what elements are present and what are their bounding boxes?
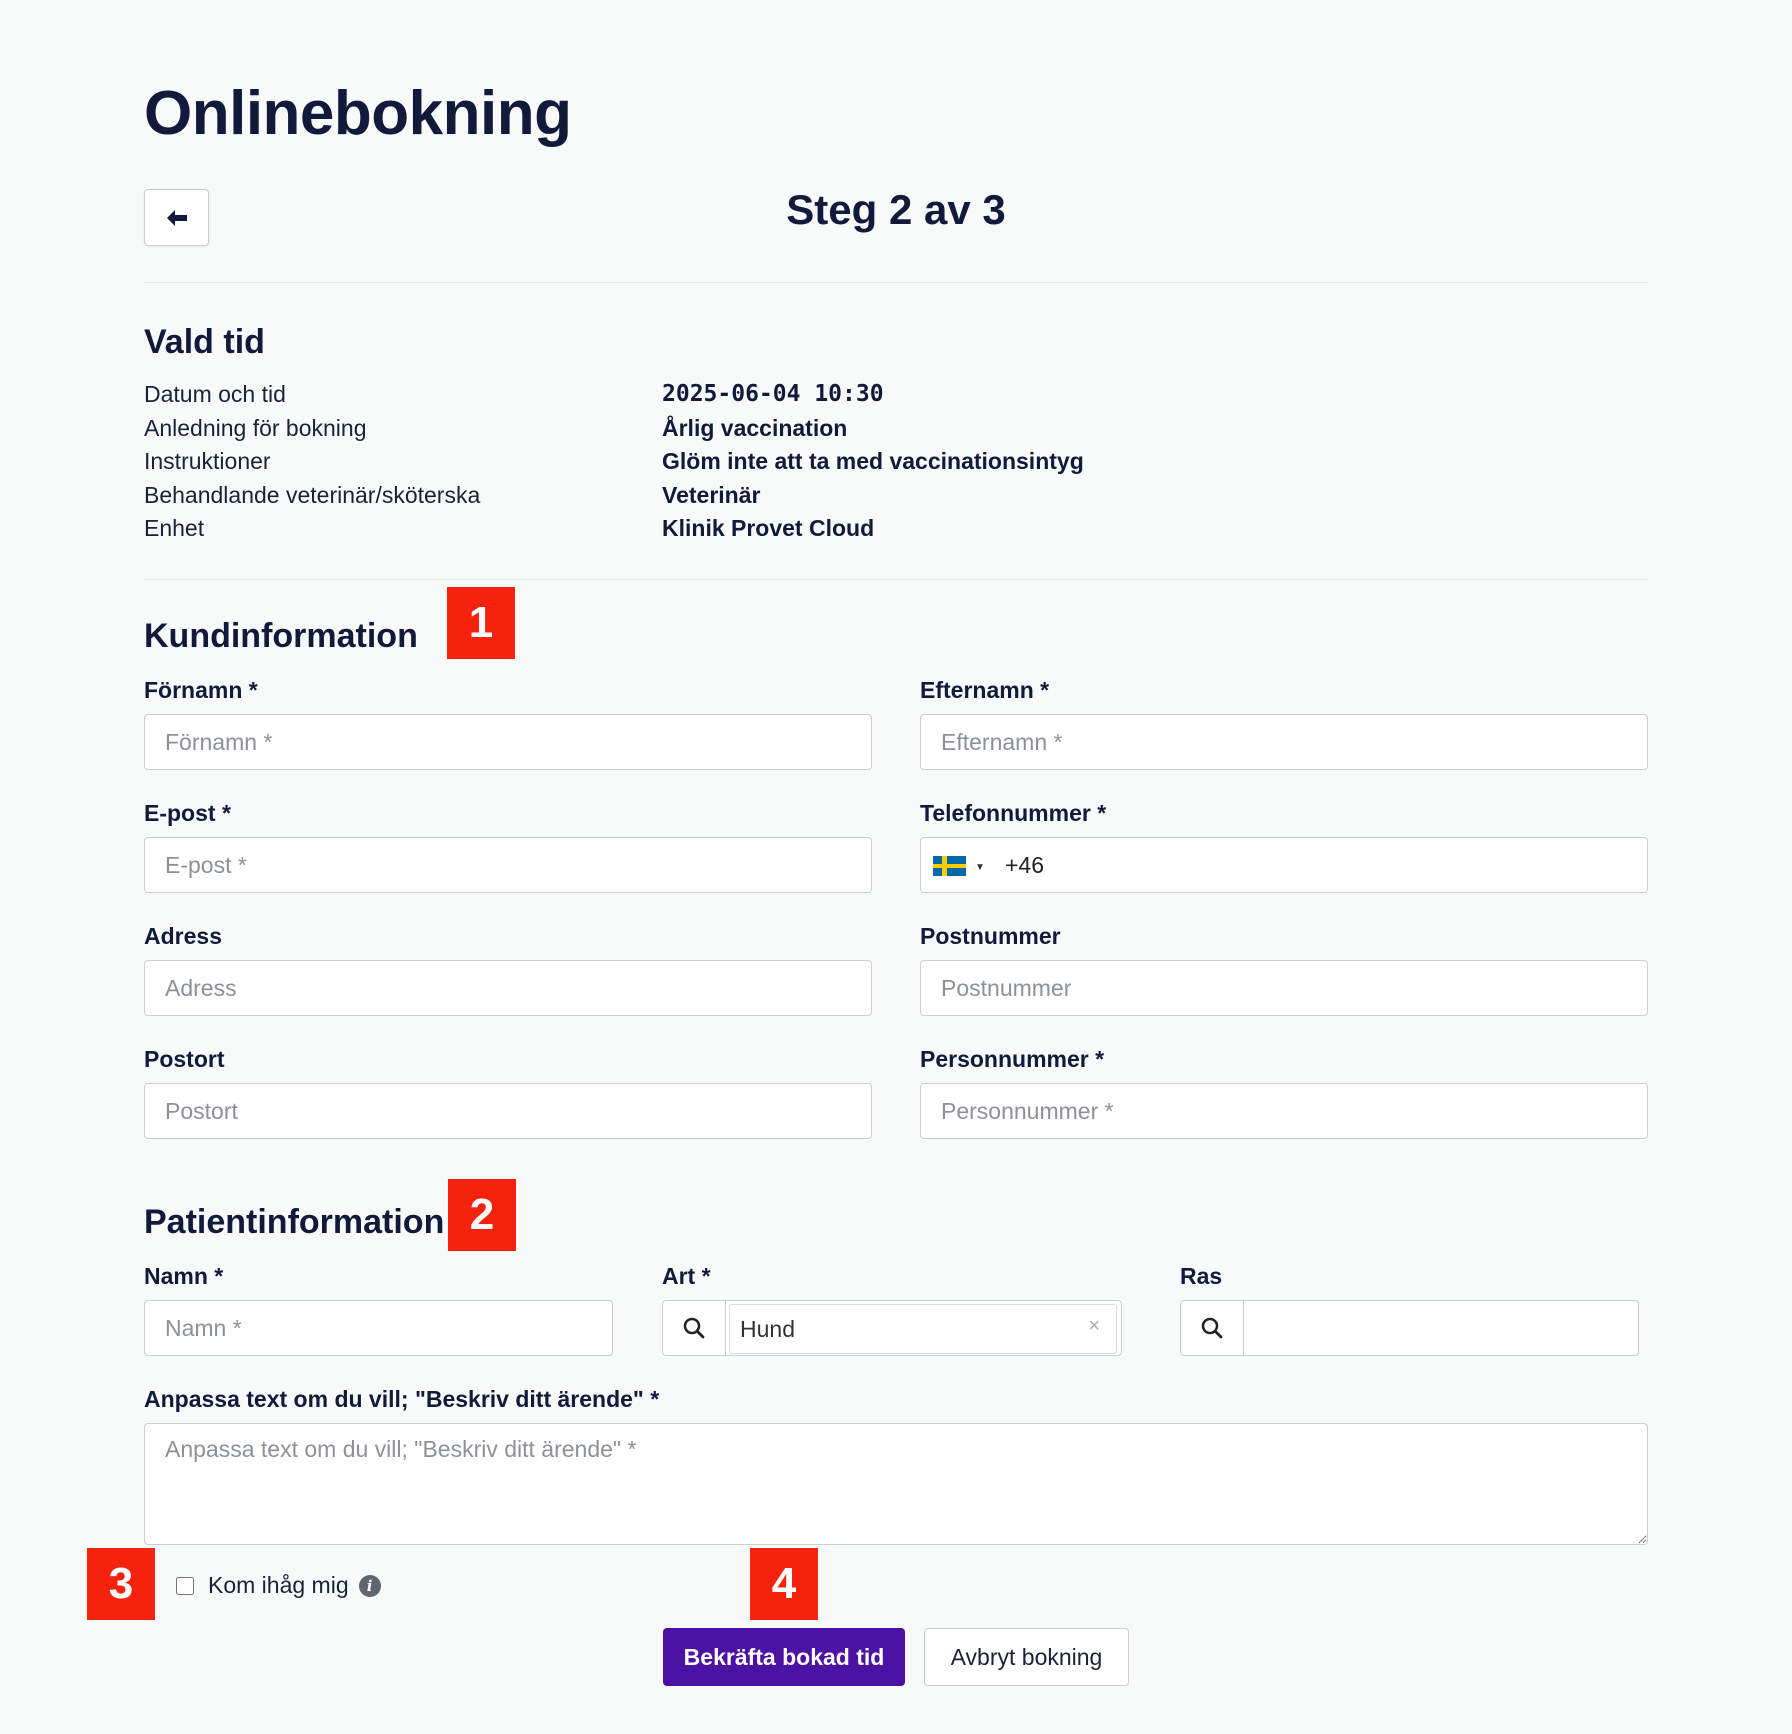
city-label: Postort bbox=[144, 1046, 225, 1072]
remember-me: Kom ihåg mig i bbox=[176, 1572, 381, 1599]
cancel-booking-button[interactable]: Avbryt bokning bbox=[924, 1628, 1129, 1686]
breed-select[interactable] bbox=[1180, 1300, 1639, 1356]
section-title-chosen-time: Vald tid bbox=[144, 323, 265, 361]
postal-code-input[interactable] bbox=[921, 961, 1647, 1015]
annotation-badge-4: 4 bbox=[750, 1548, 818, 1620]
search-addon bbox=[663, 1301, 726, 1355]
personal-number-field bbox=[920, 1083, 1648, 1139]
divider bbox=[144, 282, 1648, 283]
info-value: Klinik Provet Cloud bbox=[662, 515, 875, 541]
info-value: Veterinär bbox=[662, 482, 761, 508]
annotation-badge-1: 1 bbox=[447, 587, 515, 659]
email-field bbox=[144, 837, 872, 893]
info-row-datetime: Datum och tid 2025-06-04 10:30 bbox=[144, 381, 1648, 414]
info-label: Behandlande veterinär/sköterska bbox=[144, 482, 481, 508]
city-field bbox=[144, 1083, 872, 1139]
email-input[interactable] bbox=[145, 838, 871, 892]
email-label: E-post * bbox=[144, 800, 231, 826]
info-value: Årlig vaccination bbox=[662, 415, 848, 441]
species-selected[interactable]: Hund × bbox=[729, 1304, 1117, 1354]
patient-name-label: Namn * bbox=[144, 1263, 224, 1289]
remember-me-label[interactable]: Kom ihåg mig bbox=[208, 1572, 349, 1599]
address-input[interactable] bbox=[145, 961, 871, 1015]
section-title-patient: Patientinformation bbox=[144, 1203, 445, 1241]
confirm-booking-button[interactable]: Bekräfta bokad tid bbox=[663, 1628, 905, 1686]
info-label: Enhet bbox=[144, 515, 205, 541]
last-name-input[interactable] bbox=[921, 715, 1647, 769]
species-value: Hund bbox=[740, 1316, 795, 1342]
breed-input[interactable] bbox=[1243, 1301, 1639, 1355]
search-addon bbox=[1181, 1301, 1244, 1355]
phone-field: ▼ +46 bbox=[920, 837, 1648, 893]
caret-down-icon[interactable]: ▼ bbox=[975, 862, 985, 873]
species-label: Art * bbox=[662, 1263, 711, 1289]
phone-label: Telefonnummer * bbox=[920, 800, 1107, 826]
last-name-field bbox=[920, 714, 1648, 770]
first-name-field bbox=[144, 714, 872, 770]
patient-name-field bbox=[144, 1300, 613, 1356]
page-title: Onlinebokning bbox=[144, 79, 572, 148]
clear-icon[interactable]: × bbox=[1088, 1315, 1100, 1338]
sweden-flag-icon[interactable] bbox=[933, 856, 966, 876]
postal-code-label: Postnummer bbox=[920, 923, 1061, 949]
personal-number-label: Personnummer * bbox=[920, 1046, 1105, 1072]
info-label: Instruktioner bbox=[144, 448, 271, 474]
last-name-label: Efternamn * bbox=[920, 677, 1050, 703]
remember-me-checkbox[interactable] bbox=[176, 1576, 194, 1595]
search-icon bbox=[683, 1317, 705, 1339]
postal-code-field bbox=[920, 960, 1648, 1016]
first-name-input[interactable] bbox=[145, 715, 871, 769]
info-row-instructions: Instruktioner Glöm inte att ta med vacci… bbox=[144, 448, 1648, 481]
address-label: Adress bbox=[144, 923, 222, 949]
address-field bbox=[144, 960, 872, 1016]
info-icon[interactable]: i bbox=[358, 1574, 381, 1597]
annotation-badge-3: 3 bbox=[87, 1548, 155, 1620]
description-label: Anpassa text om du vill; "Beskriv ditt ä… bbox=[144, 1386, 660, 1412]
info-value: 2025-06-04 10:30 bbox=[662, 381, 884, 407]
info-value: Glöm inte att ta med vaccinationsintyg bbox=[662, 448, 1084, 474]
section-title-customer: Kundinformation bbox=[144, 617, 418, 655]
info-label: Anledning för bokning bbox=[144, 415, 367, 441]
species-select[interactable]: Hund × bbox=[662, 1300, 1122, 1356]
breed-label: Ras bbox=[1180, 1263, 1223, 1289]
info-row-unit: Enhet Klinik Provet Cloud bbox=[144, 515, 1648, 548]
annotation-badge-2: 2 bbox=[448, 1179, 516, 1251]
description-textarea[interactable] bbox=[144, 1423, 1648, 1545]
step-indicator: Steg 2 av 3 bbox=[786, 186, 1006, 233]
personal-number-input[interactable] bbox=[921, 1084, 1647, 1138]
info-label: Datum och tid bbox=[144, 381, 286, 407]
info-row-reason: Anledning för bokning Årlig vaccination bbox=[144, 415, 1648, 448]
divider bbox=[144, 579, 1648, 580]
patient-name-input[interactable] bbox=[145, 1301, 612, 1355]
info-row-veterinarian: Behandlande veterinär/sköterska Veterinä… bbox=[144, 482, 1648, 515]
first-name-label: Förnamn * bbox=[144, 677, 258, 703]
phone-country-code[interactable]: +46 bbox=[1005, 852, 1044, 879]
search-icon bbox=[1201, 1317, 1223, 1339]
city-input[interactable] bbox=[145, 1084, 871, 1138]
